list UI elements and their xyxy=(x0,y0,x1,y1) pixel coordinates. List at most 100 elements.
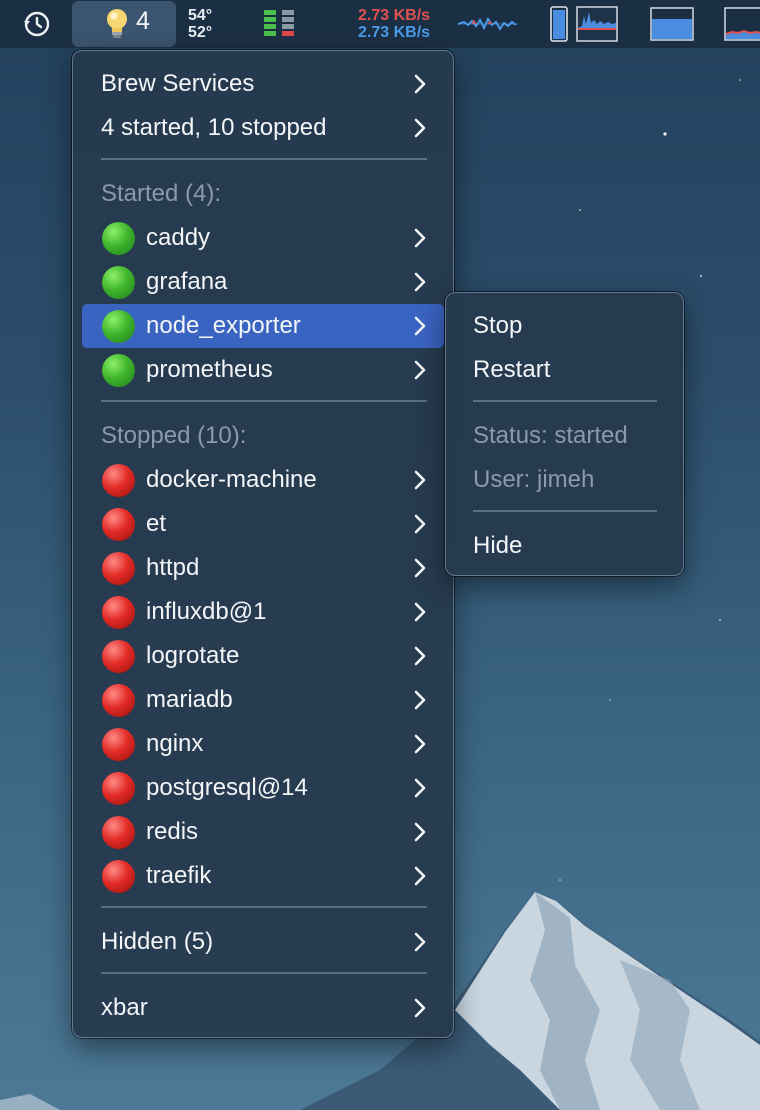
menu-item-label: Restart xyxy=(473,356,551,383)
status-started-icon xyxy=(102,222,135,255)
service-name: mariadb xyxy=(146,686,233,713)
service-item-grafana[interactable]: grafana xyxy=(82,260,444,304)
status-started-icon xyxy=(102,354,135,387)
status-stopped-icon xyxy=(102,772,135,805)
submenu-item-hide[interactable]: Hide xyxy=(455,524,675,568)
menu-item-label: Stop xyxy=(473,312,523,339)
status-started-icon xyxy=(102,310,135,343)
status-stopped-icon xyxy=(102,684,135,717)
menu-separator xyxy=(101,158,427,160)
temperature-widget[interactable]: 54° 52° xyxy=(188,0,238,48)
status-stopped-icon xyxy=(102,596,135,629)
menu-separator xyxy=(101,906,427,908)
cpu-history-graph[interactable] xyxy=(576,0,618,48)
chevron-right-icon xyxy=(414,998,426,1018)
menu-separator xyxy=(101,400,427,402)
menu-item-label: Hide xyxy=(473,532,523,559)
chevron-right-icon xyxy=(414,734,426,754)
temperature-low: 52° xyxy=(188,24,213,41)
menu-item-label: Hidden (5) xyxy=(101,928,214,955)
chevron-right-icon xyxy=(414,470,426,490)
service-item-logrotate[interactable]: logrotate xyxy=(82,634,444,678)
service-item-docker-machine[interactable]: docker-machine xyxy=(82,458,444,502)
service-item-caddy[interactable]: caddy xyxy=(82,216,444,260)
menu-bar: 4 54° 52° 2.73 KB/s 2.73 KB/s xyxy=(0,0,760,48)
submenu-user: User: jimeh xyxy=(455,458,675,502)
chevron-right-icon xyxy=(414,690,426,710)
service-item-node-exporter[interactable]: node_exporter xyxy=(82,304,444,348)
stopped-section-header: Stopped (10): xyxy=(82,414,444,458)
service-item-postgresql[interactable]: postgresql@14 xyxy=(82,766,444,810)
chevron-right-icon xyxy=(414,360,426,380)
submenu-item-restart[interactable]: Restart xyxy=(455,348,675,392)
service-name: et xyxy=(146,510,167,537)
service-name: grafana xyxy=(146,268,228,295)
memory-icon[interactable] xyxy=(650,0,694,48)
service-item-et[interactable]: et xyxy=(82,502,444,546)
battery-icon[interactable] xyxy=(262,0,298,48)
service-name: prometheus xyxy=(146,356,273,383)
menu-item-label: Brew Services xyxy=(101,70,255,97)
service-name: nginx xyxy=(146,730,204,757)
chevron-right-icon xyxy=(414,866,426,886)
chevron-right-icon xyxy=(414,932,426,952)
network-download-speed: 2.73 KB/s xyxy=(358,24,431,41)
chevron-right-icon xyxy=(414,74,426,94)
service-name: node_exporter xyxy=(146,312,301,339)
chevron-right-icon xyxy=(414,646,426,666)
service-name: httpd xyxy=(146,554,200,581)
menu-separator xyxy=(101,972,427,974)
network-upload-speed: 2.73 KB/s xyxy=(358,7,431,24)
submenu-item-stop[interactable]: Stop xyxy=(455,304,675,348)
service-name: caddy xyxy=(146,224,211,251)
xbar-brew-services-menu[interactable] xyxy=(72,1,176,47)
service-item-prometheus[interactable]: prometheus xyxy=(82,348,444,392)
network-graph-icon[interactable] xyxy=(458,0,518,48)
cpu-icon[interactable] xyxy=(550,0,570,48)
started-section-header: Started (4): xyxy=(82,172,444,216)
service-name: influxdb@1 xyxy=(146,598,267,625)
menu-item-hidden[interactable]: Hidden (5) xyxy=(82,920,444,964)
network-speed-widget[interactable]: 2.73 KB/s 2.73 KB/s xyxy=(358,0,454,48)
chevron-right-icon xyxy=(414,118,426,138)
menu-item-label: 4 started, 10 stopped xyxy=(101,114,327,141)
submenu-status: Status: started xyxy=(455,414,675,458)
user-text: User: jimeh xyxy=(473,466,595,493)
status-stopped-icon xyxy=(102,508,135,541)
menu-separator xyxy=(473,510,657,512)
lightbulb-icon xyxy=(104,7,130,46)
service-item-httpd[interactable]: httpd xyxy=(82,546,444,590)
service-name: redis xyxy=(146,818,199,845)
status-stopped-icon xyxy=(102,464,135,497)
node-exporter-submenu: Stop Restart Status: started User: jimeh… xyxy=(445,292,684,576)
chevron-right-icon xyxy=(414,228,426,248)
temperature-high: 54° xyxy=(188,7,213,24)
history-icon[interactable] xyxy=(20,0,54,48)
status-stopped-icon xyxy=(102,816,135,849)
service-item-redis[interactable]: redis xyxy=(82,810,444,854)
menu-item-brew-services[interactable]: Brew Services xyxy=(82,62,444,106)
xbar-started-count: 4 xyxy=(136,7,150,35)
menu-item-summary[interactable]: 4 started, 10 stopped xyxy=(82,106,444,150)
menu-item-label: xbar xyxy=(101,994,148,1021)
chevron-right-icon xyxy=(414,602,426,622)
chevron-right-icon xyxy=(414,822,426,842)
section-header-label: Stopped (10): xyxy=(101,422,247,449)
chevron-right-icon xyxy=(414,558,426,578)
section-header-label: Started (4): xyxy=(101,180,222,207)
disk-icon[interactable] xyxy=(724,0,760,48)
chevron-right-icon xyxy=(414,272,426,292)
service-name: traefik xyxy=(146,862,212,889)
chevron-right-icon xyxy=(414,514,426,534)
menu-item-xbar[interactable]: xbar xyxy=(82,986,444,1030)
service-item-influxdb[interactable]: influxdb@1 xyxy=(82,590,444,634)
service-item-nginx[interactable]: nginx xyxy=(82,722,444,766)
service-item-traefik[interactable]: traefik xyxy=(82,854,444,898)
status-text: Status: started xyxy=(473,422,628,449)
service-item-mariadb[interactable]: mariadb xyxy=(82,678,444,722)
chevron-right-icon xyxy=(414,316,426,336)
service-name: docker-machine xyxy=(146,466,317,493)
status-stopped-icon xyxy=(102,640,135,673)
service-name: logrotate xyxy=(146,642,240,669)
service-name: postgresql@14 xyxy=(146,774,308,801)
